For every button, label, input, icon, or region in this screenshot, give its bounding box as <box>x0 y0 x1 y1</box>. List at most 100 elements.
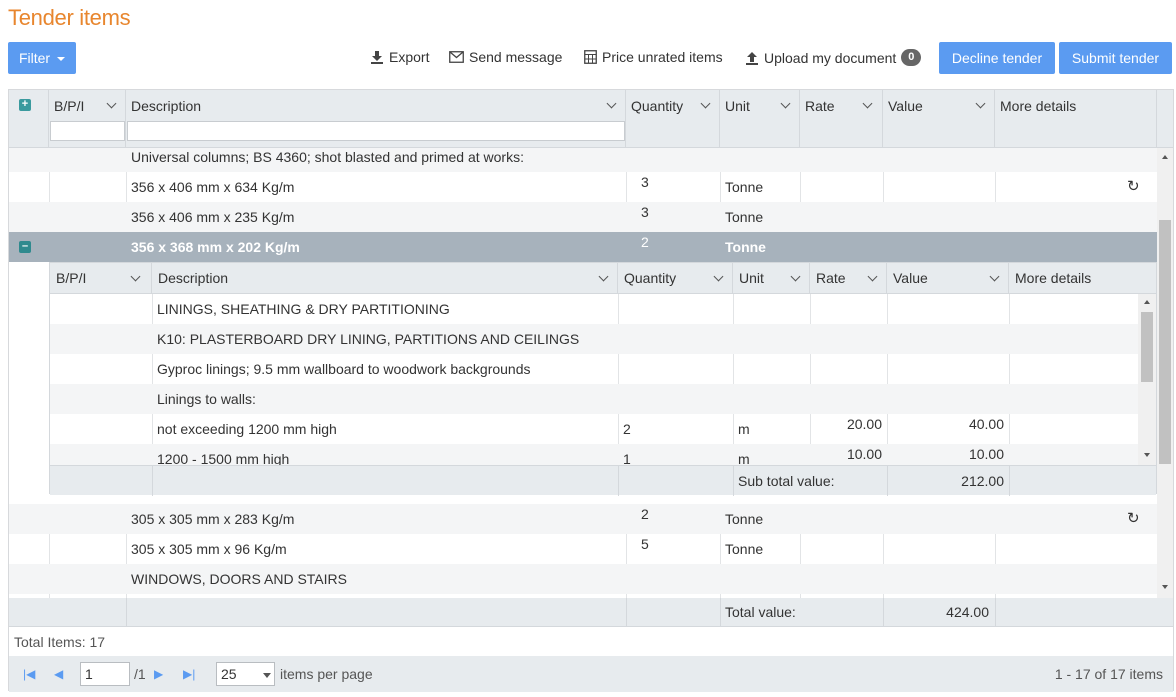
column-label: Value <box>893 270 928 286</box>
last-page-icon[interactable]: ▶| <box>183 667 195 681</box>
expand-icon[interactable]: + <box>19 99 31 111</box>
column-label: Description <box>131 98 202 114</box>
table-row[interactable]: 356 x 406 mm x 235 Kg/m 3 Tonne <box>9 202 1157 232</box>
column-label: Description <box>158 270 229 286</box>
chevron-down-icon[interactable] <box>700 98 711 109</box>
unit-cell: Tonne <box>725 239 766 255</box>
chevron-down-icon[interactable] <box>862 98 873 109</box>
history-icon[interactable]: ↻ <box>1127 504 1140 534</box>
subtotal-value: 212.00 <box>961 473 1004 489</box>
page-input[interactable]: 1 <box>80 662 130 686</box>
detail-scrollbar[interactable] <box>1138 294 1156 465</box>
chevron-down-icon[interactable] <box>130 271 141 282</box>
send-message-label: Send message <box>469 49 563 65</box>
scroll-thumb[interactable] <box>1159 220 1171 464</box>
detail-column-bpi[interactable]: B/P/I <box>50 263 152 294</box>
detail-quantity-cell[interactable]: 1 <box>623 444 631 465</box>
detail-unit-cell: m <box>738 451 750 465</box>
detail-row[interactable]: not exceeding 1200 mm high 2 m 20.00 40.… <box>50 414 1138 444</box>
chevron-down-icon[interactable] <box>713 271 724 282</box>
scroll-thumb[interactable] <box>1141 312 1153 382</box>
items-per-page-label: items per page <box>280 666 373 682</box>
detail-description-cell: K10: PLASTERBOARD DRY LINING, PARTITIONS… <box>157 331 580 347</box>
chevron-down-icon[interactable] <box>606 98 617 109</box>
column-label: More details <box>1000 98 1077 114</box>
quantity-cell[interactable]: 2 <box>641 232 649 262</box>
chevron-down-icon[interactable] <box>989 271 1000 282</box>
description-cell: 356 x 406 mm x 634 Kg/m <box>131 179 295 195</box>
scroll-down-icon[interactable] <box>1144 453 1150 457</box>
detail-description-cell: 1200 - 1500 mm high <box>157 451 290 465</box>
quantity-cell[interactable]: 5 <box>641 534 649 564</box>
table-row[interactable]: 305 x 305 mm x 96 Kg/m 5 Tonne <box>9 534 1157 564</box>
filter-label: Filter <box>18 50 51 66</box>
column-header-unit[interactable]: Unit <box>720 90 800 148</box>
total-value: 424.00 <box>946 604 989 620</box>
detail-quantity-cell[interactable]: 2 <box>623 414 631 444</box>
detail-row[interactable]: 1200 - 1500 mm high 1 m 10.00 10.00 <box>50 444 1138 465</box>
detail-description-cell: Gyproc linings; 9.5 mm wallboard to wood… <box>157 361 531 377</box>
detail-row[interactable]: Gyproc linings; 9.5 mm wallboard to wood… <box>50 354 1138 384</box>
quantity-cell[interactable]: 2 <box>641 504 649 534</box>
detail-body: LININGS, SHEATHING & DRY PARTITIONING K1… <box>50 294 1156 465</box>
scroll-down-icon[interactable] <box>1162 585 1168 589</box>
chevron-down-icon[interactable] <box>867 271 878 282</box>
description-filter-input[interactable] <box>127 121 625 141</box>
table-row[interactable]: 305 x 305 mm x 283 Kg/m 2 Tonne ↻ <box>9 504 1157 534</box>
page-size-select[interactable]: 25 <box>216 662 275 686</box>
column-header-rate[interactable]: Rate <box>800 90 883 148</box>
chevron-down-icon[interactable] <box>790 271 801 282</box>
quantity-cell[interactable]: 3 <box>641 172 649 202</box>
total-items-label: Total Items: 17 <box>14 634 106 650</box>
page-count: /1 <box>134 666 146 682</box>
detail-row[interactable]: K10: PLASTERBOARD DRY LINING, PARTITIONS… <box>50 324 1138 354</box>
collapse-icon[interactable]: – <box>19 241 31 253</box>
chevron-down-icon[interactable] <box>106 98 117 109</box>
next-page-icon[interactable]: ▶ <box>154 667 163 681</box>
detail-column-value[interactable]: Value <box>887 263 1009 294</box>
quantity-cell[interactable]: 3 <box>641 202 649 232</box>
envelope-icon <box>449 51 464 63</box>
prev-page-icon[interactable]: ◀ <box>54 667 63 681</box>
column-header-quantity[interactable]: Quantity <box>626 90 720 148</box>
first-page-icon[interactable]: |◀ <box>23 667 35 681</box>
upload-document-button[interactable]: Upload my document 0 <box>745 49 922 66</box>
detail-column-more-details[interactable]: More details <box>1009 263 1156 294</box>
grid-header: + B/P/I Description Quantity Unit Rate V… <box>9 90 1173 148</box>
grid-scrollbar[interactable] <box>1157 148 1173 598</box>
scroll-up-icon[interactable] <box>1144 300 1150 304</box>
table-row-selected[interactable]: – 356 x 368 mm x 202 Kg/m 2 Tonne <box>9 232 1157 262</box>
scroll-up-icon[interactable] <box>1162 155 1168 159</box>
price-unrated-button[interactable]: Price unrated items <box>584 49 723 65</box>
detail-description-cell: LININGS, SHEATHING & DRY PARTITIONING <box>157 301 450 317</box>
description-cell: 356 x 406 mm x 235 Kg/m <box>131 209 295 225</box>
filter-button[interactable]: Filter <box>8 42 76 74</box>
chevron-down-icon[interactable] <box>598 271 609 282</box>
chevron-down-icon[interactable] <box>975 98 986 109</box>
send-message-button[interactable]: Send message <box>449 49 562 65</box>
description-cell: WINDOWS, DOORS AND STAIRS <box>131 571 347 587</box>
table-row[interactable]: WINDOWS, DOORS AND STAIRS <box>9 564 1157 594</box>
table-row[interactable]: Universal columns; BS 4360; shot blasted… <box>9 148 1157 172</box>
column-header-more-details[interactable]: More details <box>995 90 1157 148</box>
detail-row[interactable]: LININGS, SHEATHING & DRY PARTITIONING <box>50 294 1138 324</box>
detail-column-quantity[interactable]: Quantity <box>618 263 733 294</box>
detail-column-unit[interactable]: Unit <box>733 263 810 294</box>
detail-column-description[interactable]: Description <box>152 263 618 294</box>
chevron-down-icon[interactable] <box>780 98 791 109</box>
decline-tender-button[interactable]: Decline tender <box>939 42 1055 74</box>
table-row[interactable]: 356 x 406 mm x 634 Kg/m 3 Tonne ↻ <box>9 172 1157 202</box>
detail-row[interactable]: Linings to walls: <box>50 384 1138 414</box>
column-label: Unit <box>739 270 764 286</box>
detail-rate-cell[interactable]: 20.00 <box>810 414 882 444</box>
export-button[interactable]: Export <box>370 49 429 65</box>
detail-column-rate[interactable]: Rate <box>810 263 887 294</box>
history-icon[interactable]: ↻ <box>1127 172 1140 202</box>
bpi-filter-input[interactable] <box>50 121 125 141</box>
column-header-value[interactable]: Value <box>883 90 995 148</box>
column-label: Rate <box>816 270 846 286</box>
description-cell: 305 x 305 mm x 283 Kg/m <box>131 511 295 527</box>
price-unrated-label: Price unrated items <box>602 49 723 65</box>
submit-tender-button[interactable]: Submit tender <box>1059 42 1172 74</box>
detail-rate-cell[interactable]: 10.00 <box>810 444 882 465</box>
